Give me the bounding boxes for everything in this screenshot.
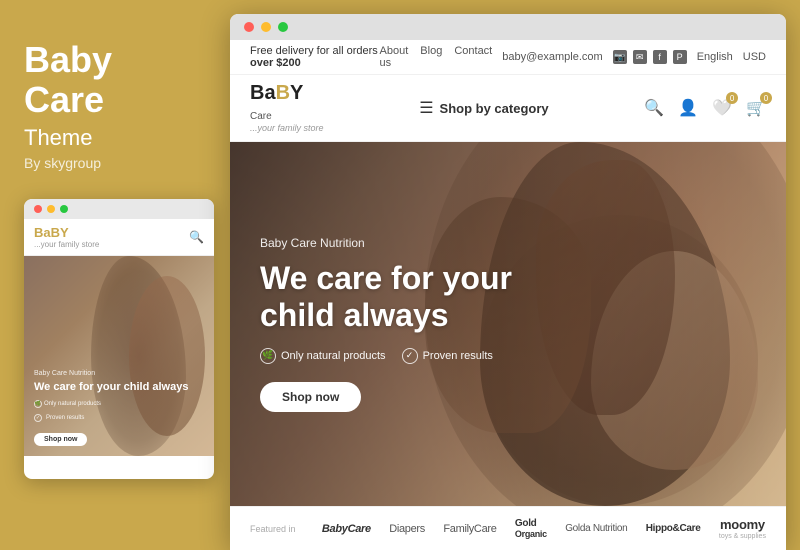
ann-link-about[interactable]: About us <box>380 45 409 69</box>
hamburger-icon[interactable]: ☰ <box>419 98 433 118</box>
browser-content: Free delivery for all orders over $200 A… <box>230 40 786 550</box>
mini-hero-bg: Baby Care Nutrition We care for your chi… <box>24 256 214 456</box>
proven-icon: ✓ <box>402 348 418 364</box>
dot-red <box>244 22 254 32</box>
mini-proven-icon: ✓ <box>34 414 42 422</box>
announcement-text: Free delivery for all orders over $200 <box>250 45 380 69</box>
mini-natural-icon: 🌿 <box>34 400 42 408</box>
announcement-right: About us Blog Contact baby@example.com 📷… <box>380 45 766 69</box>
shop-by-category[interactable]: Shop by category <box>440 101 549 116</box>
announcement-links: About us Blog Contact <box>380 45 493 69</box>
mini-dot-red <box>34 205 42 213</box>
wishlist-count: 0 <box>726 92 738 104</box>
brand-logo-diapers: Diapers <box>389 523 425 535</box>
ann-link-blog[interactable]: Blog <box>420 45 442 69</box>
brand-logo-moomy: moomy <box>720 517 765 532</box>
natural-icon: 🌿 <box>260 348 276 364</box>
brand-familycare: FamilyCare <box>443 523 496 535</box>
right-panel: Free delivery for all orders over $200 A… <box>230 14 786 550</box>
dot-green <box>278 22 288 32</box>
hero-badges: 🌿 Only natural products ✓ Proven results <box>260 348 756 364</box>
brand-gold-organic: GoldOrganic <box>515 518 547 540</box>
brand-logo-hippocare: Hippo&Care <box>646 523 701 534</box>
brand-logo-goldorganic: GoldOrganic <box>515 518 547 540</box>
mini-shop-button[interactable]: Shop now <box>34 433 87 446</box>
brand-babycare: BabyCare <box>322 523 371 535</box>
brands-bar: Featured in BabyCare Diapers FamilyCare … <box>230 506 786 550</box>
dot-yellow <box>261 22 271 32</box>
nav-icons: 🔍 👤 🤍 0 🛒 0 <box>644 98 766 118</box>
ann-currency[interactable]: USD <box>743 51 766 63</box>
brand-golda-nutrition: Golda Nutrition <box>565 523 627 534</box>
twitter-icon[interactable]: ✉ <box>633 50 647 64</box>
pinterest-icon[interactable]: P <box>673 50 687 64</box>
hero-section: Baby Care Nutrition We care for your chi… <box>230 142 786 506</box>
featured-in-label: Featured in <box>250 524 296 534</box>
mini-browser-content: BaBY ...your family store 🔍 Baby Care Nu… <box>24 219 214 479</box>
logo-area: BaBY Care ...your family store <box>250 83 324 133</box>
cart-count: 0 <box>760 92 772 104</box>
mini-badge-proven: ✓ Proven results <box>34 414 204 422</box>
ann-language[interactable]: English <box>697 51 733 63</box>
mini-browser-bar <box>24 199 214 219</box>
brand-hippocare: Hippo&Care <box>646 523 701 534</box>
mini-badges: 🌿 Only natural products <box>34 400 204 408</box>
brand-logo-babycare: BabyCare <box>322 523 371 535</box>
cart-icon[interactable]: 🛒 0 <box>746 98 766 118</box>
mini-hero-title: We care for your child always <box>34 380 204 394</box>
brand-moomy: moomy toys & supplies <box>719 517 766 540</box>
brand-title: Baby Care <box>24 40 112 119</box>
mini-nav: BaBY ...your family store 🔍 <box>24 219 214 256</box>
brand-logo-goldanutrition: Golda Nutrition <box>565 523 627 534</box>
mini-browser-preview: BaBY ...your family store 🔍 Baby Care Nu… <box>24 199 214 479</box>
logo-text: BaBY Care <box>250 83 303 123</box>
ann-email: baby@example.com <box>502 51 602 63</box>
user-icon[interactable]: 👤 <box>678 98 698 118</box>
mini-content-overlay: Baby Care Nutrition We care for your chi… <box>34 370 204 446</box>
brand-moomy-sub: toys & supplies <box>719 533 766 540</box>
instagram-icon[interactable]: 📷 <box>613 50 627 64</box>
announcement-bar: Free delivery for all orders over $200 A… <box>230 40 786 75</box>
logo-tagline: ...your family store <box>250 123 324 133</box>
mini-category-label: Baby Care Nutrition <box>34 370 204 377</box>
wishlist-icon[interactable]: 🤍 0 <box>712 98 732 118</box>
hero-category: Baby Care Nutrition <box>260 236 756 250</box>
hero-title: We care for your child always <box>260 260 580 334</box>
mini-dot-yellow <box>47 205 55 213</box>
nav-center: ☰ Shop by category <box>419 98 548 118</box>
mini-badge-natural: 🌿 Only natural products <box>34 400 101 408</box>
left-panel: Baby Care Theme By skygroup BaBY ...your… <box>0 0 230 550</box>
social-icons: 📷 ✉ f P <box>613 50 687 64</box>
facebook-icon[interactable]: f <box>653 50 667 64</box>
hero-badge-proven: ✓ Proven results <box>402 348 493 364</box>
hero-shop-button[interactable]: Shop now <box>260 382 361 412</box>
mini-search-icon: 🔍 <box>189 230 204 244</box>
mini-tagline: ...your family store <box>34 240 99 249</box>
brand-subtitle: Theme <box>24 125 92 151</box>
hero-badge-natural: 🌿 Only natural products <box>260 348 386 364</box>
main-nav: BaBY Care ...your family store ☰ Shop by… <box>230 75 786 142</box>
brand-diapers: Diapers <box>389 523 425 535</box>
brand-logo-familycare: FamilyCare <box>443 523 496 535</box>
search-icon[interactable]: 🔍 <box>644 98 664 118</box>
ann-link-contact[interactable]: Contact <box>454 45 492 69</box>
browser-bar <box>230 14 786 40</box>
mini-dot-green <box>60 205 68 213</box>
brand-by: By skygroup <box>24 155 101 171</box>
mini-logo-area: BaBY ...your family store <box>34 225 99 249</box>
mini-logo: BaBY <box>34 225 99 240</box>
hero-content: Baby Care Nutrition We care for your chi… <box>230 142 786 506</box>
